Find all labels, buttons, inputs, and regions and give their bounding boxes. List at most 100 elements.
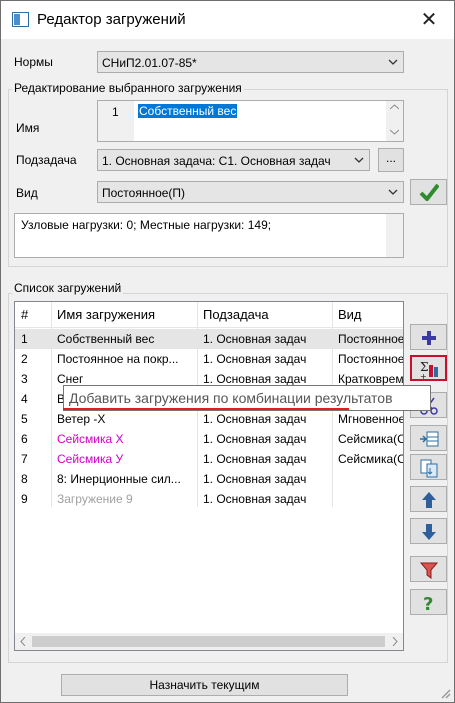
- cell-number: 3: [21, 372, 28, 386]
- cell-number: 2: [21, 352, 28, 366]
- move-up-button[interactable]: [410, 486, 447, 512]
- window-title: Редактор загружений: [37, 11, 186, 28]
- norms-value: СНиП2.01.07-85*: [102, 56, 197, 70]
- chevron-down-icon: [354, 157, 364, 163]
- help-button[interactable]: ?: [410, 589, 447, 615]
- add-load-button[interactable]: [410, 324, 447, 350]
- sigma-combination-icon: Σ+: [420, 360, 438, 380]
- scroll-right-icon[interactable]: [392, 637, 398, 646]
- kind-label: Вид: [16, 186, 38, 200]
- arrow-up-icon: [422, 492, 436, 508]
- table-row[interactable]: 1 Собственный вес 1. Основная задач Постоян…: [15, 329, 404, 349]
- cell-number: 5: [21, 412, 28, 426]
- cell-number: 1: [21, 332, 28, 346]
- cell-kind: Постоянное(П): [338, 352, 404, 366]
- cell-name: Собственный вес: [57, 332, 155, 346]
- table-hscrollbar[interactable]: [15, 633, 403, 650]
- cell-name: Сейсмика У: [57, 452, 124, 466]
- cell-name: Снег: [57, 372, 84, 386]
- close-icon[interactable]: ✕: [416, 7, 442, 33]
- app-icon: [12, 12, 29, 27]
- scroll-thumb[interactable]: [32, 636, 385, 647]
- name-label: Имя: [16, 121, 40, 135]
- help-icon: ?: [423, 594, 433, 613]
- norms-label: Нормы: [14, 55, 53, 69]
- table-row[interactable]: 9 Загружение 9 1. Основная задач: [15, 489, 403, 509]
- info-scrollbar[interactable]: [386, 214, 403, 257]
- column-header-kind[interactable]: Вид: [338, 307, 362, 322]
- add-combination-loads-button[interactable]: Σ +: [410, 355, 447, 381]
- name-scrollbar[interactable]: [386, 101, 403, 141]
- cell-kind: Кратковременное: [338, 372, 404, 386]
- cell-kind: Постоянное(П): [338, 332, 404, 346]
- cell-name: Постоянное на покр...: [57, 352, 179, 366]
- name-number: 1: [112, 105, 119, 119]
- loads-info-text: Узловые нагрузки: 0; Местные нагрузки: 1…: [21, 218, 272, 232]
- subtask-more-button[interactable]: ...: [378, 148, 404, 172]
- cell-name: Сейсмика X: [57, 432, 124, 446]
- arrow-down-icon: [422, 524, 436, 540]
- cell-subtask: 1. Основная задач: [203, 372, 307, 386]
- subtask-value: 1. Основная задача: С1. Основная задач: [102, 154, 331, 168]
- loads-table: # Имя загружения Подзадача Вид 1 Собствен…: [14, 301, 404, 651]
- table-row[interactable]: 2 Постоянное на покр... 1. Основная задач П…: [15, 349, 404, 369]
- scroll-down-icon[interactable]: [390, 129, 399, 135]
- table-row[interactable]: 7 Сейсмика У 1. Основная задач Сейсмика(С): [15, 449, 404, 469]
- column-header-subtask[interactable]: Подзадача: [203, 307, 269, 322]
- list-group-title: Список загружений: [12, 281, 124, 295]
- subtask-select[interactable]: 1. Основная задача: С1. Основная задач: [97, 149, 370, 171]
- cell-name: 8: Инерционные сил...: [57, 472, 181, 486]
- chevron-down-icon: [388, 59, 398, 65]
- load-editor-window: Редактор загружений ✕ Нормы СНиП2.01.07-…: [0, 0, 455, 703]
- cell-number: 6: [21, 432, 28, 446]
- move-down-button[interactable]: [410, 518, 447, 544]
- subtask-label: Подзадача: [16, 153, 77, 167]
- cell-subtask: 1. Основная задач: [203, 412, 307, 426]
- cell-number: 7: [21, 452, 28, 466]
- cell-number: 9: [21, 492, 28, 506]
- title-bar: Редактор загружений ✕: [1, 1, 454, 39]
- copy-icon: [420, 459, 438, 478]
- kind-value: Постоянное(П): [102, 186, 186, 200]
- resize-grip-icon[interactable]: [439, 687, 451, 699]
- plus-icon: [422, 331, 436, 345]
- column-header-name[interactable]: Имя загружения: [57, 307, 155, 322]
- cell-kind: Сейсмика(С): [338, 432, 404, 446]
- svg-text:+: +: [420, 372, 427, 380]
- cell-number: 8: [21, 472, 28, 486]
- loads-info-box: Узловые нагрузки: 0; Местные нагрузки: 1…: [14, 213, 404, 258]
- assign-current-label: Назначить текущим: [149, 678, 260, 692]
- edit-group-title: Редактирование выбранного загружения: [12, 81, 244, 95]
- chevron-down-icon: [388, 189, 398, 195]
- highlight-underline: [63, 408, 349, 410]
- table-row[interactable]: 5 Ветер -X 1. Основная задач Мгновенное: [15, 409, 404, 429]
- copy-load-button[interactable]: [410, 454, 447, 480]
- norms-select[interactable]: СНиП2.01.07-85*: [97, 51, 404, 73]
- insert-load-button[interactable]: [410, 425, 447, 451]
- apply-button[interactable]: [410, 179, 447, 205]
- name-field[interactable]: 1 Собственный вес: [97, 100, 404, 142]
- cell-subtask: 1. Основная задач: [203, 492, 307, 506]
- cell-name: Ветер -X: [57, 412, 106, 426]
- table-header: # Имя загружения Подзадача Вид: [15, 302, 403, 328]
- name-value: Собственный вес: [138, 104, 238, 118]
- cell-kind: Сейсмика(С): [338, 452, 404, 466]
- svg-text:?: ?: [423, 594, 433, 613]
- scroll-left-icon[interactable]: [20, 637, 26, 646]
- cell-subtask: 1. Основная задач: [203, 452, 307, 466]
- cell-subtask: 1. Основная задач: [203, 432, 307, 446]
- cell-subtask: 1. Основная задач: [203, 332, 307, 346]
- cell-subtask: 1. Основная задач: [203, 472, 307, 486]
- cell-kind: Мгновенное: [338, 412, 404, 426]
- assign-current-button[interactable]: Назначить текущим: [61, 674, 348, 696]
- filter-button[interactable]: [410, 556, 447, 582]
- cell-name: Загружение 9: [57, 492, 133, 506]
- cell-subtask: 1. Основная задач: [203, 352, 307, 366]
- table-row[interactable]: 6 Сейсмика X 1. Основная задач Сейсмика(С): [15, 429, 404, 449]
- insert-rows-icon: [420, 431, 439, 447]
- scroll-up-icon[interactable]: [390, 104, 399, 110]
- column-header-number[interactable]: #: [21, 307, 28, 322]
- checkmark-icon: [419, 183, 439, 201]
- table-row[interactable]: 8 8: Инерционные сил... 1. Основная задач: [15, 469, 403, 489]
- kind-select[interactable]: Постоянное(П): [97, 181, 404, 203]
